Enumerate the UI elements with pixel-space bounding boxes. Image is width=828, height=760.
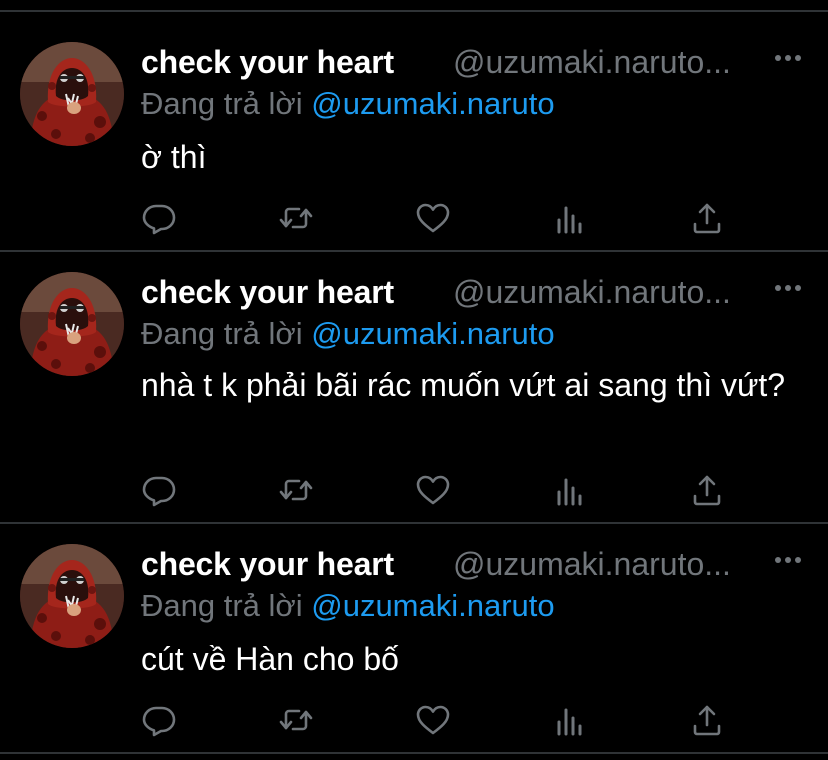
avatar-image-icon	[20, 272, 124, 376]
avatar[interactable]	[20, 544, 124, 648]
reply-button[interactable]	[141, 472, 177, 508]
reply-button[interactable]	[141, 200, 177, 236]
tweet[interactable]: check your heart @uzumaki.naruto... Đang…	[0, 42, 828, 248]
retweet-button[interactable]	[278, 702, 314, 738]
more-options-icon[interactable]	[774, 52, 802, 64]
divider	[0, 10, 828, 12]
retweet-icon	[278, 200, 314, 236]
reply-mention-link[interactable]: @uzumaki.naruto	[311, 316, 554, 351]
divider	[0, 522, 828, 524]
more-options-icon[interactable]	[774, 282, 802, 294]
share-icon	[689, 200, 725, 236]
views-icon	[552, 200, 588, 236]
avatar-image-icon	[20, 42, 124, 146]
like-button[interactable]	[415, 200, 451, 236]
retweet-button[interactable]	[278, 472, 314, 508]
reply-mention-link[interactable]: @uzumaki.naruto	[311, 588, 554, 623]
reply-mention-link[interactable]: @uzumaki.naruto	[311, 86, 554, 121]
tweet[interactable]: check your heart @uzumaki.naruto... Đang…	[0, 544, 828, 750]
share-button[interactable]	[689, 200, 725, 236]
action-bar	[141, 702, 741, 742]
replying-to: Đang trả lời @uzumaki.naruto	[141, 316, 555, 352]
tweet-text: ờ thì	[141, 139, 207, 175]
share-icon	[689, 702, 725, 738]
share-button[interactable]	[689, 472, 725, 508]
display-name[interactable]: check your heart	[141, 44, 394, 81]
avatar-image-icon	[20, 544, 124, 648]
handle[interactable]: @uzumaki.naruto...	[453, 44, 731, 81]
reply-button[interactable]	[141, 702, 177, 738]
views-button[interactable]	[552, 702, 588, 738]
views-icon	[552, 702, 588, 738]
handle[interactable]: @uzumaki.naruto...	[453, 274, 731, 311]
replying-to-label: Đang trả lời	[141, 316, 312, 351]
reply-icon	[141, 702, 177, 738]
replying-to-label: Đang trả lời	[141, 588, 312, 623]
share-icon	[689, 472, 725, 508]
more-options-icon[interactable]	[774, 554, 802, 566]
share-button[interactable]	[689, 702, 725, 738]
reply-feed: check your heart @uzumaki.naruto... Đang…	[0, 0, 828, 760]
replying-to-label: Đang trả lời	[141, 86, 312, 121]
action-bar	[141, 200, 741, 240]
divider	[0, 250, 828, 252]
divider	[0, 752, 828, 754]
avatar[interactable]	[20, 42, 124, 146]
display-name[interactable]: check your heart	[141, 274, 394, 311]
reply-icon	[141, 472, 177, 508]
views-button[interactable]	[552, 200, 588, 236]
like-icon	[415, 702, 451, 738]
retweet-button[interactable]	[278, 200, 314, 236]
tweet-header: check your heart @uzumaki.naruto...	[141, 544, 811, 584]
replying-to: Đang trả lời @uzumaki.naruto	[141, 86, 555, 122]
retweet-icon	[278, 472, 314, 508]
like-icon	[415, 200, 451, 236]
views-button[interactable]	[552, 472, 588, 508]
action-bar	[141, 472, 741, 512]
retweet-icon	[278, 702, 314, 738]
tweet-header: check your heart @uzumaki.naruto...	[141, 272, 811, 312]
replying-to: Đang trả lời @uzumaki.naruto	[141, 588, 555, 624]
avatar[interactable]	[20, 272, 124, 376]
like-button[interactable]	[415, 702, 451, 738]
tweet[interactable]: check your heart @uzumaki.naruto... Đang…	[0, 272, 828, 520]
reply-icon	[141, 200, 177, 236]
tweet-text: cút về Hàn cho bố	[141, 641, 399, 677]
views-icon	[552, 472, 588, 508]
tweet-header: check your heart @uzumaki.naruto...	[141, 42, 811, 82]
like-button[interactable]	[415, 472, 451, 508]
tweet-text: nhà t k phải bãi rác muốn vứt ai sang th…	[141, 367, 786, 403]
like-icon	[415, 472, 451, 508]
display-name[interactable]: check your heart	[141, 546, 394, 583]
handle[interactable]: @uzumaki.naruto...	[453, 546, 731, 583]
